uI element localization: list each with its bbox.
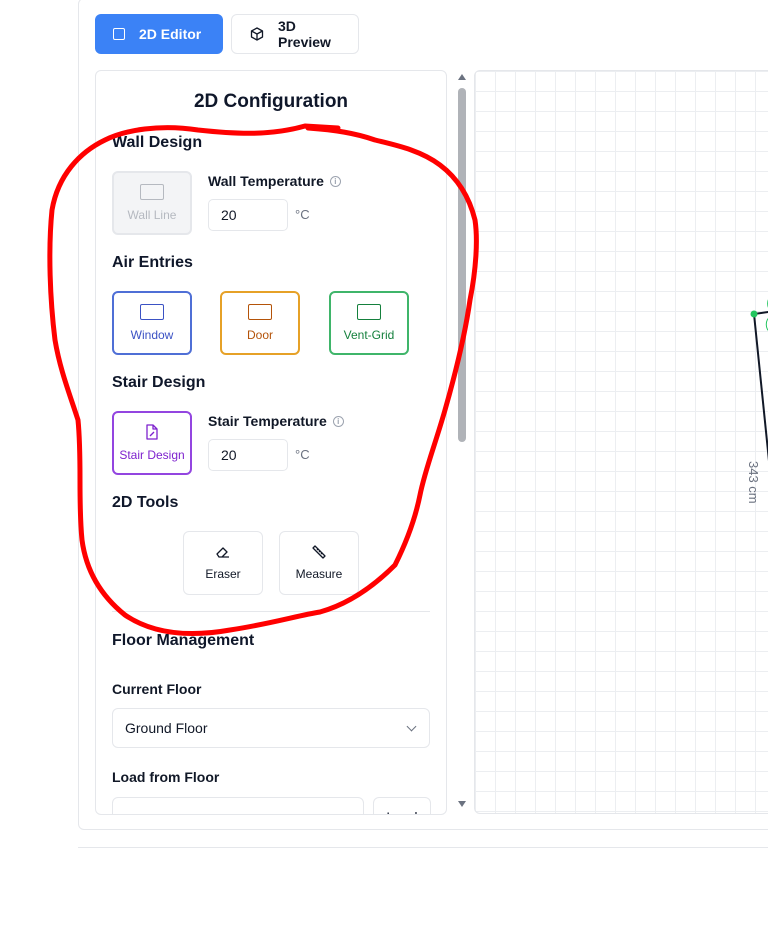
- scroll-up-arrow[interactable]: [458, 74, 466, 80]
- panel-title: 2D Configuration: [193, 91, 349, 112]
- view-tabs: 2D Editor 3D Preview: [95, 14, 359, 54]
- current-floor-value: Ground Floor: [125, 720, 208, 736]
- wall-temperature-text: Wall Temperature: [208, 173, 324, 189]
- measure-button[interactable]: Measure: [279, 531, 359, 595]
- square-icon: [113, 28, 125, 40]
- stair-design-title: Stair Design: [112, 374, 206, 391]
- stair-temperature-text: Stair Temperature: [208, 413, 327, 429]
- measure-label: Measure: [295, 567, 343, 581]
- canvas-drawing: 343 cm: [746, 299, 768, 504]
- wall-temperature-input[interactable]: [208, 199, 288, 231]
- tab-2d-editor-label: 2D Editor: [139, 26, 202, 42]
- tab-3d-preview-label: 3D Preview: [278, 18, 331, 50]
- window-label: Window: [130, 328, 174, 342]
- tab-3d-preview[interactable]: 3D Preview: [231, 14, 359, 54]
- wall-line-icon: [140, 184, 164, 200]
- wall-temperature-unit: °C: [295, 207, 310, 222]
- current-floor-label: Current Floor: [112, 681, 202, 697]
- vent-grid-icon: [357, 304, 381, 320]
- stair-temperature-unit: °C: [295, 447, 310, 462]
- wall-line-label: Wall Line: [127, 208, 177, 222]
- vent-grid-label: Vent-Grid: [343, 328, 395, 342]
- tab-2d-editor[interactable]: 2D Editor: [95, 14, 223, 54]
- tools-title: 2D Tools: [112, 494, 179, 511]
- door-label: Door: [246, 328, 273, 342]
- load-button[interactable]: Load: [373, 797, 431, 814]
- wall-segment[interactable]: [753, 313, 768, 462]
- scroll-thumb[interactable]: [458, 88, 466, 442]
- cube-icon: [250, 27, 264, 41]
- drawing-canvas[interactable]: 343 cm: [474, 70, 768, 814]
- stair-temperature-input[interactable]: [208, 439, 288, 471]
- vent-grid-button[interactable]: Vent-Grid: [329, 291, 409, 355]
- stair-temperature-label: Stair Temperature i: [208, 413, 344, 429]
- door-button[interactable]: Door: [220, 291, 300, 355]
- info-icon[interactable]: i: [332, 415, 344, 427]
- floor-management-title: Floor Management: [112, 632, 255, 649]
- chevron-down-icon: [406, 721, 417, 732]
- window-icon: [140, 304, 164, 320]
- stair-design-button[interactable]: Stair Design: [112, 411, 192, 475]
- wall-temperature-label: Wall Temperature i: [208, 173, 341, 189]
- wall-endpoint[interactable]: [750, 310, 758, 318]
- current-floor-select[interactable]: Ground Floor: [112, 708, 430, 748]
- door-icon: [248, 304, 272, 320]
- info-icon[interactable]: i: [329, 175, 341, 187]
- stair-design-label: Stair Design: [119, 448, 185, 462]
- eraser-button[interactable]: Eraser: [183, 531, 263, 595]
- panel-scrollbar[interactable]: [455, 70, 469, 815]
- wall-length-label: 343 cm: [746, 461, 761, 504]
- file-edit-icon: [146, 424, 158, 440]
- wall-line-button[interactable]: Wall Line: [112, 171, 192, 235]
- chevron-down-icon: [340, 810, 351, 814]
- scroll-down-arrow[interactable]: [458, 801, 466, 807]
- air-entries-title: Air Entries: [112, 254, 193, 271]
- section-divider: [112, 611, 430, 612]
- configuration-panel: 2D Configuration Wall Design Wall Line W…: [95, 70, 447, 815]
- load-from-floor-select[interactable]: [112, 797, 364, 814]
- wall-design-title: Wall Design: [112, 134, 203, 151]
- ruler-icon: [312, 545, 326, 559]
- bottom-divider: [78, 847, 768, 848]
- load-from-floor-label: Load from Floor: [112, 769, 220, 785]
- eraser-label: Eraser: [205, 567, 241, 581]
- window-button[interactable]: Window: [112, 291, 192, 355]
- eraser-icon: [216, 547, 229, 558]
